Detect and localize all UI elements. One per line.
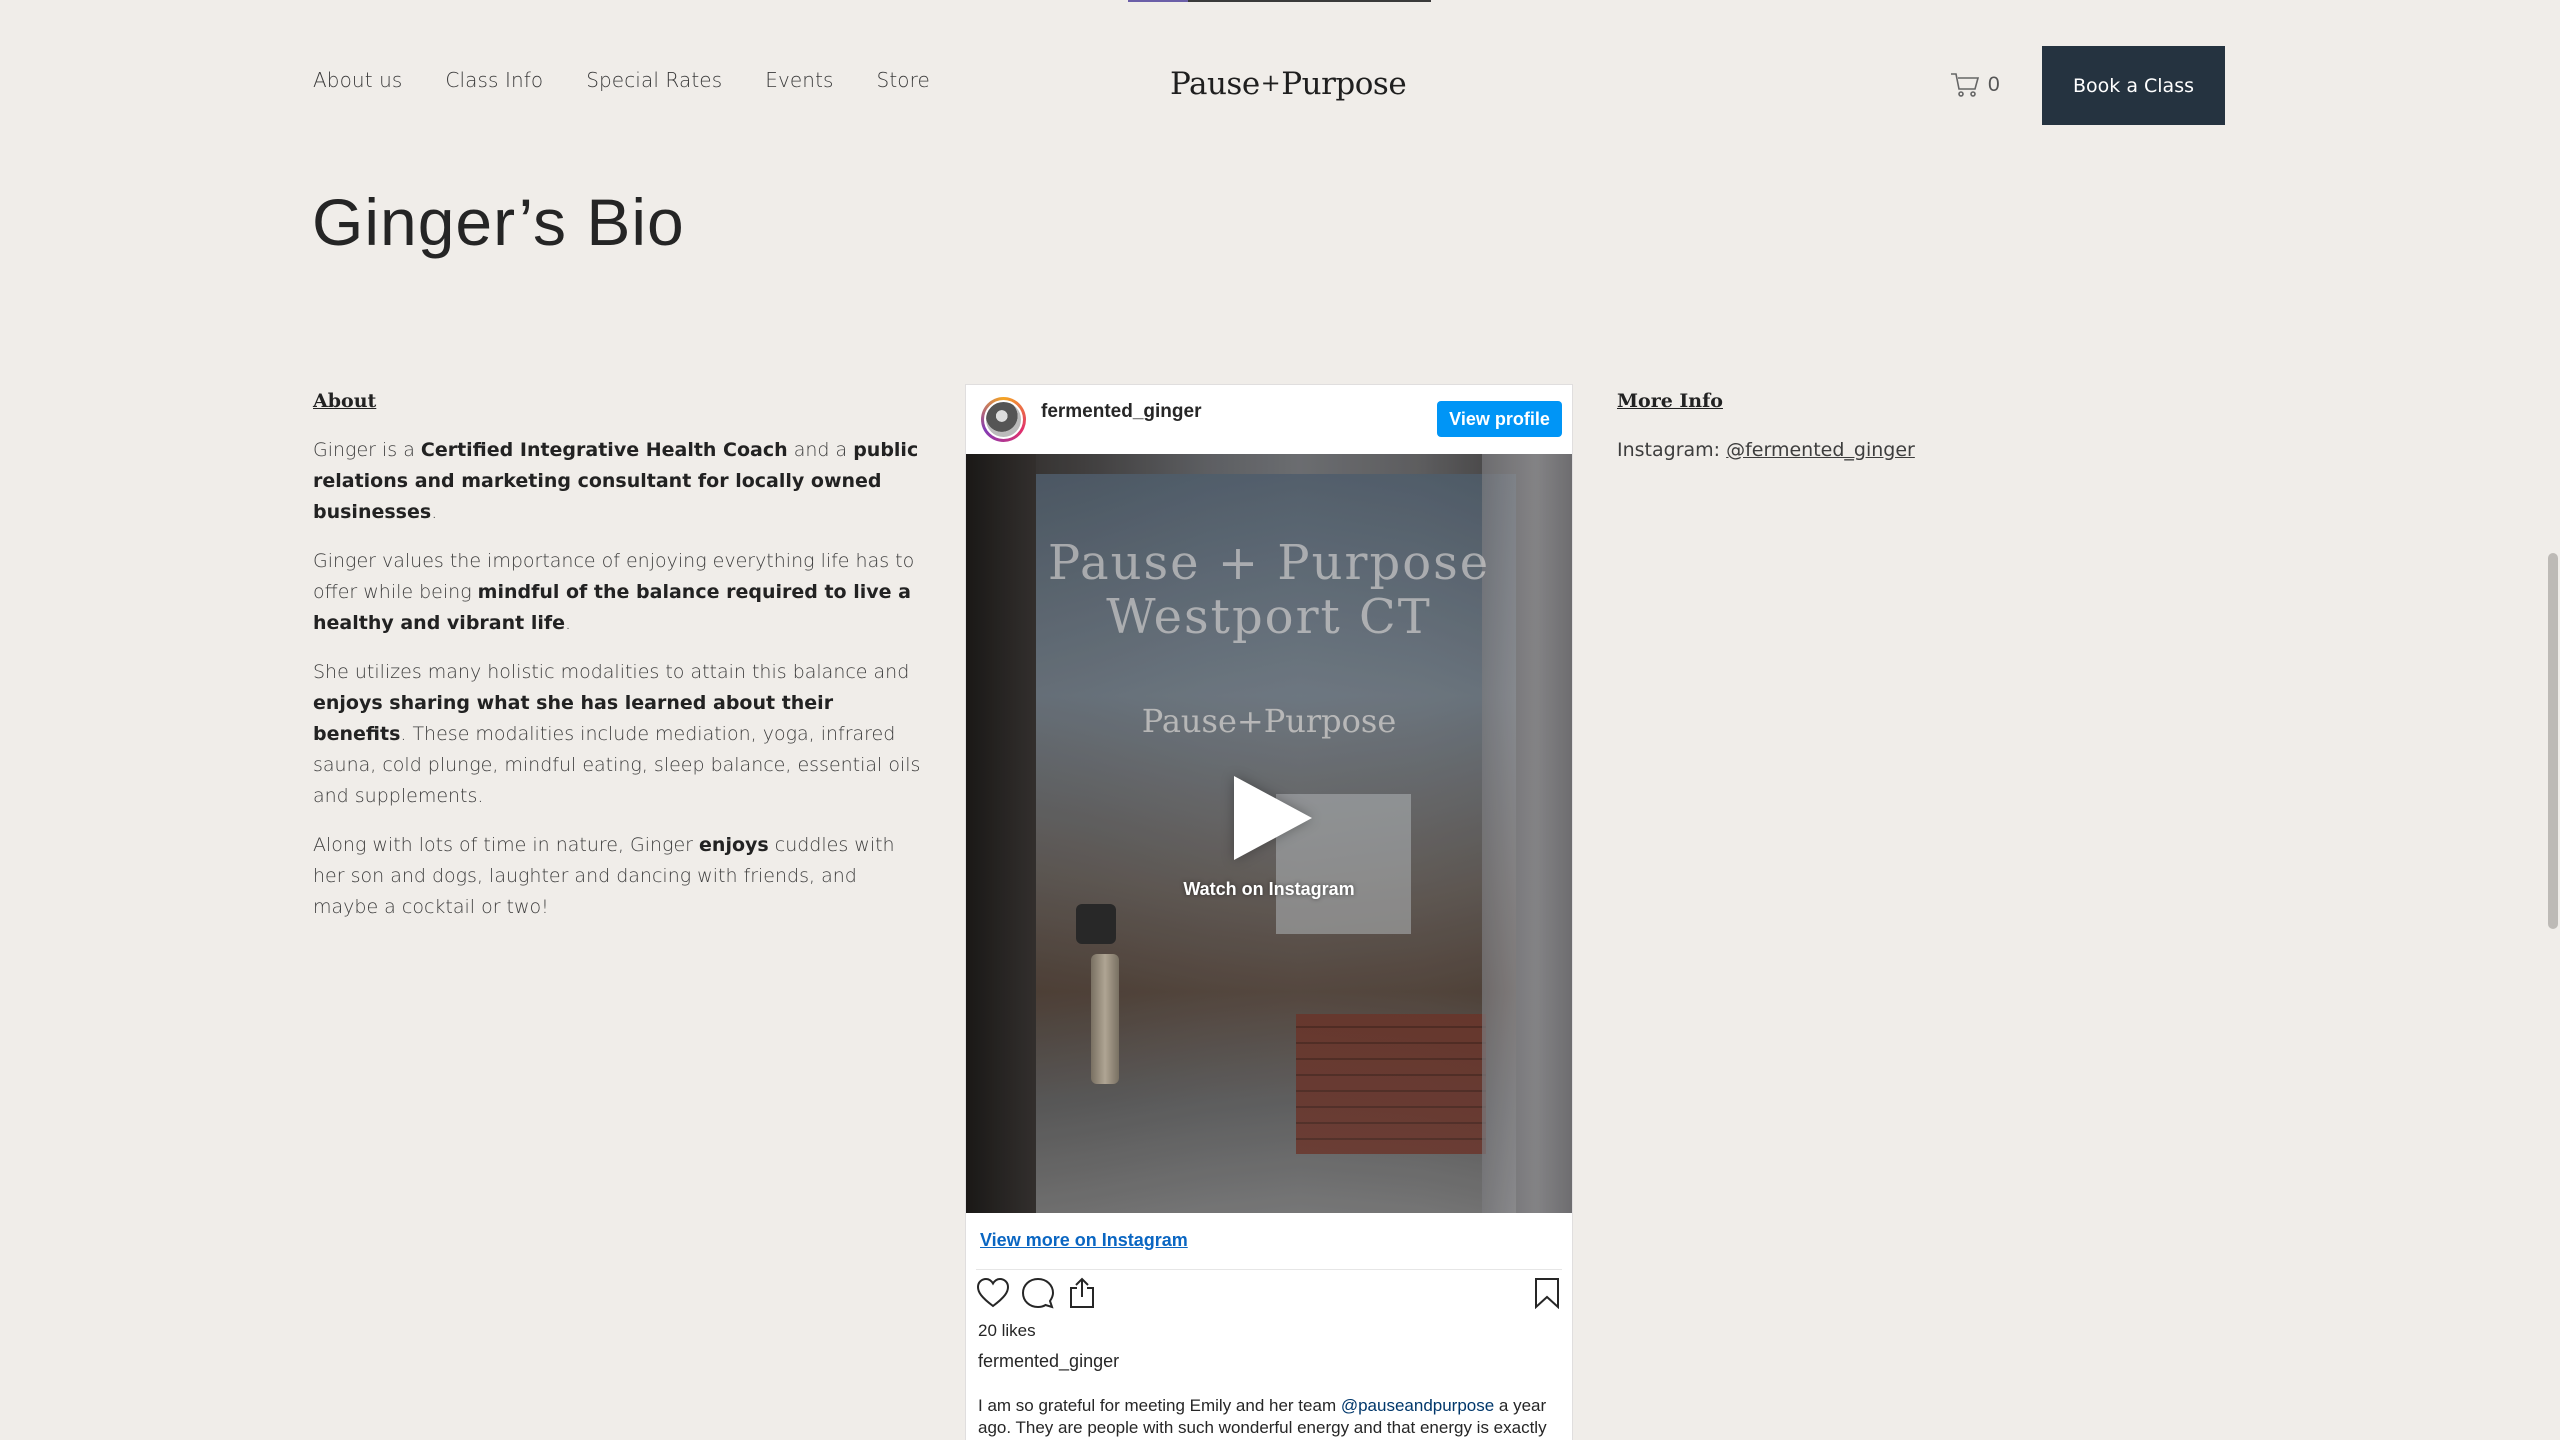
scrollbar-thumb[interactable] xyxy=(2548,553,2558,929)
instagram-actions xyxy=(976,1277,1562,1317)
cart-count: 0 xyxy=(1988,73,2000,96)
instagram-username[interactable]: fermented_ginger xyxy=(1041,401,1201,423)
media-window-lettering: Pause + Purpose Westport CT xyxy=(966,536,1572,644)
cart-icon xyxy=(1950,72,1980,98)
nav-store[interactable]: Store xyxy=(877,68,930,92)
about-p4-text-a: Along with lots of time in nature, Ginge… xyxy=(313,834,700,856)
instagram-avatar-photo xyxy=(984,400,1023,439)
comment-icon[interactable] xyxy=(1021,1277,1055,1314)
site-logo[interactable]: Pause+Purpose xyxy=(1170,66,1407,102)
logo-word-purpose: Purpose xyxy=(1281,66,1407,102)
page-scrollbar[interactable] xyxy=(2545,0,2560,1440)
nav-events[interactable]: Events xyxy=(765,68,833,92)
media-line-2: Westport CT xyxy=(1106,589,1432,645)
about-p1-text-a: Ginger is a xyxy=(313,439,421,461)
instagram-video[interactable]: Pause + Purpose Westport CT Pause+Purpos… xyxy=(966,454,1572,1213)
cart-link[interactable]: 0 xyxy=(1950,72,2000,98)
site-header: About us Class Info Special Rates Events… xyxy=(0,0,2545,170)
about-heading: About xyxy=(313,390,377,412)
about-p3-text-c: . These modalities include mediation, yo… xyxy=(313,723,921,807)
about-p1-text-c: and a xyxy=(787,439,854,461)
nav-class-info[interactable]: Class Info xyxy=(445,68,543,92)
main-nav: About us Class Info Special Rates Events… xyxy=(313,68,973,92)
instagram-divider xyxy=(976,1269,1562,1270)
instagram-caption: I am so grateful for meeting Emily and h… xyxy=(978,1395,1568,1439)
heart-icon[interactable] xyxy=(976,1277,1010,1314)
about-section: About Ginger is a Certified Integrative … xyxy=(313,386,925,941)
watch-on-instagram-label[interactable]: Watch on Instagram xyxy=(966,879,1572,900)
logo-word-pause: Pause xyxy=(1170,66,1260,102)
instagram-handle-link[interactable]: @fermented_ginger xyxy=(1726,439,1915,461)
view-profile-button[interactable]: View profile xyxy=(1437,401,1562,437)
about-paragraph-4: Along with lots of time in nature, Ginge… xyxy=(313,830,925,923)
page-title: Ginger’s Bio xyxy=(312,185,685,259)
more-info-heading: More Info xyxy=(1617,390,1723,412)
about-p2-text-c: . xyxy=(565,612,572,634)
about-p3-text-a: She utilizes many holistic modalities to… xyxy=(313,661,910,683)
book-a-class-button[interactable]: Book a Class xyxy=(2042,46,2225,125)
bookmark-icon[interactable] xyxy=(1533,1277,1561,1314)
caption-mention[interactable]: @pauseandpurpose xyxy=(1341,1396,1494,1415)
media-door-logo: Pause+Purpose xyxy=(1141,702,1397,740)
about-p1-bold-1: Certified Integrative Health Coach xyxy=(420,439,788,461)
caption-text-a: I am so grateful for meeting Emily and h… xyxy=(978,1396,1341,1415)
about-paragraph-1: Ginger is a Certified Integrative Health… xyxy=(313,435,925,528)
logo-plus: + xyxy=(1260,69,1281,97)
instagram-info-label: Instagram: xyxy=(1617,439,1727,461)
about-paragraph-2: Ginger values the importance of enjoying… xyxy=(313,546,925,639)
more-info-section: More Info Instagram: @fermented_ginger xyxy=(1617,386,1915,466)
view-more-on-instagram-link[interactable]: View more on Instagram xyxy=(980,1230,1188,1251)
nav-special-rates[interactable]: Special Rates xyxy=(586,68,722,92)
share-icon[interactable] xyxy=(1066,1277,1098,1314)
instagram-avatar[interactable] xyxy=(981,397,1026,442)
about-p1-text-d: . xyxy=(431,501,438,523)
nav-about-us[interactable]: About us xyxy=(313,68,402,92)
play-icon[interactable] xyxy=(1234,776,1312,860)
about-p4-bold: enjoys xyxy=(699,834,769,856)
instagram-header: fermented_ginger View profile xyxy=(966,385,1572,454)
instagram-info-line: Instagram: @fermented_ginger xyxy=(1617,435,1915,466)
instagram-likes: 20 likes xyxy=(978,1321,1036,1340)
media-line-1: Pause + Purpose xyxy=(1047,535,1491,591)
instagram-caption-author[interactable]: fermented_ginger xyxy=(978,1351,1119,1372)
about-paragraph-3: She utilizes many holistic modalities to… xyxy=(313,657,925,812)
instagram-embed: fermented_ginger View profile Pause + Pu… xyxy=(965,384,1573,1440)
